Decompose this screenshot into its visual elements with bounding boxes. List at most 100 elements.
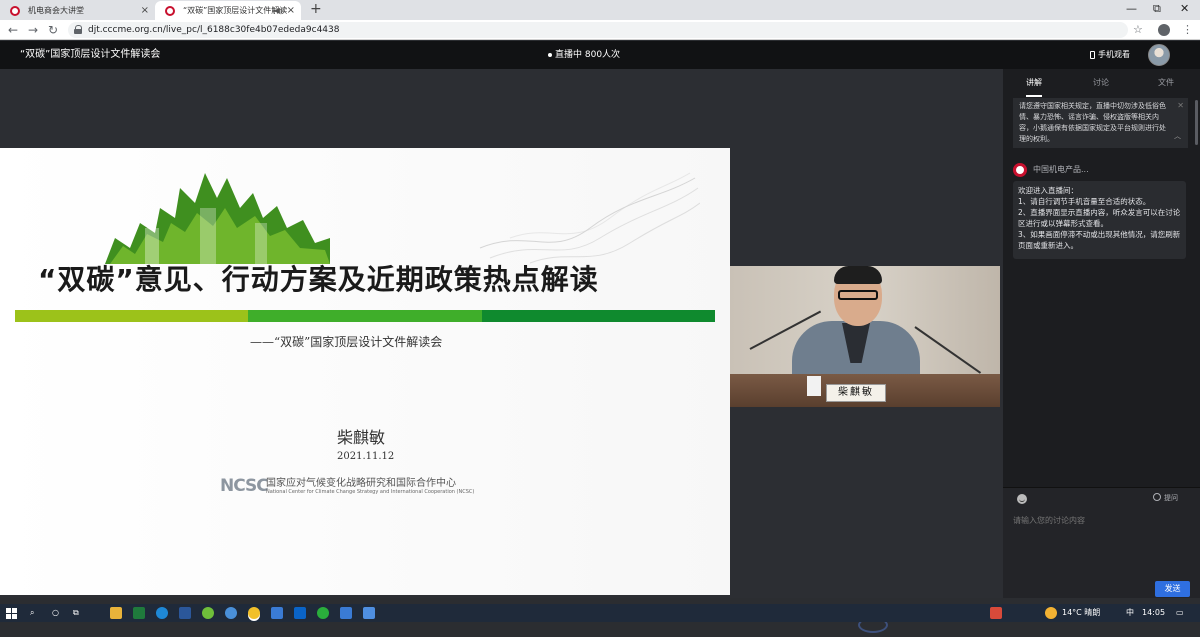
ime-indicator[interactable]: 中: [1126, 604, 1134, 622]
weather-sun-icon[interactable]: [1045, 607, 1057, 619]
back-arrow-icon[interactable]: ←: [8, 21, 18, 39]
radio-icon[interactable]: [1153, 493, 1161, 501]
message-line: 2、直播界面显示直播内容，听众发言可以在讨论区进行或以弹幕形式查看。: [1018, 208, 1181, 228]
restore-button[interactable]: ⧉: [1153, 0, 1161, 18]
close-notice-icon[interactable]: ✕: [1177, 100, 1184, 111]
slide-date: 2021.11.12: [337, 451, 395, 462]
green-city-leaves-graphic: [105, 173, 330, 264]
page-title: “双碳”国家顶层设计文件解读会: [20, 49, 161, 60]
browser-tab-active[interactable]: “双碳”国家顶层设计文件解读 ◀) ×: [155, 1, 301, 20]
word-icon[interactable]: [179, 607, 191, 619]
video-stage[interactable]: “双碳”意见、行动方案及近期政策热点解读 ——“双碳”国家顶层设计文件解读会 柴…: [0, 69, 1003, 633]
message-line: 欢迎进入直播间：: [1018, 186, 1078, 195]
slide-subtitle: ——“双碳”国家顶层设计文件解读会: [250, 335, 443, 349]
url-field[interactable]: djt.cccme.org.cn/live_pc/l_6188c30fe4b07…: [68, 22, 1128, 38]
speaker-glasses: [838, 290, 878, 300]
notice-text: 请您遵守国家相关规定，直播中切勿涉及低俗色情、暴力恐怖、谣言诈骗、侵权盗版等相关…: [1019, 102, 1166, 143]
tray-app-icon[interactable]: [990, 607, 1002, 619]
lock-icon: [74, 25, 82, 34]
windows-taskbar: ⌕ ○ ⧉ 14°C 晴朗 中 14:05 ▭: [0, 604, 1200, 622]
excel-icon[interactable]: [133, 607, 145, 619]
welcome-message: 欢迎进入直播间： 1、请自行调节手机音量至合适的状态。 2、直播界面显示直播内容…: [1013, 181, 1186, 259]
slide-color-bars: [15, 310, 715, 322]
panel-tabs: 讲解 讨论 文件: [1003, 69, 1200, 97]
page-header: “双碳”国家顶层设计文件解读会 直播中 800人次 手机观看: [0, 41, 1200, 69]
tab-explain[interactable]: 讲解: [1026, 69, 1042, 97]
browser-tab-bar: 机电商会大讲堂 × “双碳”国家顶层设计文件解读 ◀) × + — ⧉ ✕: [0, 0, 1200, 20]
slide-org-name: 国家应对气候变化战略研究和国际合作中心: [266, 478, 456, 489]
app-icon[interactable]: [363, 607, 375, 619]
phone-icon: [1090, 50, 1095, 59]
slide-bar-1: [15, 310, 249, 322]
cortana-icon[interactable]: ○: [52, 604, 59, 622]
site-favicon-icon: [10, 6, 20, 16]
task-view-icon[interactable]: ⧉: [73, 604, 79, 622]
live-status-text: 直播中 800人次: [555, 50, 621, 60]
send-button[interactable]: 发送: [1155, 581, 1190, 597]
time-text[interactable]: 14:05: [1142, 604, 1165, 622]
slide-org-name-en: National Center for Climate Change Strat…: [266, 489, 475, 495]
address-bar-row: ← → ↻ djt.cccme.org.cn/live_pc/l_6188c30…: [0, 20, 1200, 40]
tab-title: “双碳”国家顶层设计文件解读: [183, 6, 288, 15]
side-panel: 讲解 讨论 文件 请您遵守国家相关规定，直播中切勿涉及低俗色情、暴力恐怖、谣言诈…: [1003, 69, 1200, 598]
new-tab-button[interactable]: +: [310, 0, 322, 19]
file-explorer-icon[interactable]: [110, 607, 122, 619]
smoke-graphic: [479, 172, 700, 264]
ncsc-logo: NCSC: [220, 476, 269, 496]
close-window-button[interactable]: ✕: [1180, 0, 1189, 18]
chevron-up-icon[interactable]: ︿: [1174, 131, 1181, 141]
app-icon[interactable]: [340, 607, 352, 619]
speaker-camera-feed: 柴麒敏: [730, 266, 1000, 407]
outlook-icon[interactable]: [294, 607, 306, 619]
speaker-hair: [834, 266, 882, 284]
ask-question-toggle[interactable]: 提问: [1153, 492, 1178, 504]
presentation-slide: “双碳”意见、行动方案及近期政策热点解读 ——“双碳”国家顶层设计文件解读会 柴…: [0, 148, 730, 595]
profile-icon[interactable]: [1158, 24, 1170, 36]
search-icon[interactable]: ⌕: [30, 604, 34, 622]
app-icon[interactable]: [271, 607, 283, 619]
panel-scrollbar[interactable]: [1195, 100, 1198, 145]
sender-name: 中国机电产品...: [1033, 165, 1089, 174]
audio-playing-icon[interactable]: ◀): [274, 1, 283, 20]
notice-box: 请您遵守国家相关规定，直播中切勿涉及低俗色情、暴力恐怖、谣言诈骗、侵权盗版等相关…: [1013, 98, 1188, 148]
close-tab-icon[interactable]: ×: [287, 1, 295, 20]
user-avatar[interactable]: [1148, 44, 1170, 66]
close-tab-icon[interactable]: ×: [141, 1, 149, 20]
slide-bar-3: [481, 310, 715, 322]
weather-text[interactable]: 14°C 晴朗: [1062, 604, 1100, 622]
site-favicon-icon: [165, 6, 175, 16]
ask-label: 提问: [1164, 494, 1178, 502]
message-line: 1、请自行调节手机音量至合适的状态。: [1018, 197, 1151, 206]
mobile-watch-button[interactable]: 手机观看: [1090, 41, 1130, 69]
live-dot-icon: [548, 52, 552, 57]
tab-discussion[interactable]: 讨论: [1093, 69, 1109, 97]
sender-avatar: [1013, 163, 1027, 177]
minimize-button[interactable]: —: [1126, 0, 1137, 18]
wechat-icon[interactable]: [317, 607, 329, 619]
url-text[interactable]: djt.cccme.org.cn/live_pc/l_6188c30fe4b07…: [88, 22, 339, 38]
browser-app-icon[interactable]: [225, 607, 237, 619]
windows-start-icon[interactable]: [6, 608, 17, 619]
discussion-input[interactable]: [1013, 516, 1188, 525]
tab-files[interactable]: 文件: [1158, 69, 1174, 97]
menu-kebab-icon[interactable]: ⋮: [1182, 21, 1193, 39]
app-icon[interactable]: [202, 607, 214, 619]
forward-arrow-icon[interactable]: →: [28, 21, 38, 39]
slide-speaker: 柴麒敏: [337, 428, 386, 447]
chrome-icon[interactable]: [248, 607, 260, 619]
edge-icon[interactable]: [156, 607, 168, 619]
notification-icon[interactable]: ▭: [1176, 604, 1184, 622]
live-status: 直播中 800人次: [548, 41, 620, 69]
slide-bar-2: [248, 310, 482, 322]
tab-title: 机电商会大讲堂: [28, 6, 84, 15]
mobile-watch-label: 手机观看: [1098, 50, 1130, 59]
message-line: 3、如果画面停滞不动或出现其他情况，请您刷新页面或重新进入。: [1018, 230, 1181, 250]
reload-icon[interactable]: ↻: [48, 21, 58, 39]
browser-tab[interactable]: 机电商会大讲堂 ×: [0, 1, 155, 20]
bookmark-star-icon[interactable]: ☆: [1133, 21, 1143, 39]
emoji-icon[interactable]: [1017, 494, 1027, 504]
slide-title: “双碳”意见、行动方案及近期政策热点解读: [38, 263, 599, 296]
comment-composer: 提问 发送: [1003, 487, 1200, 598]
speaker-nameplate: 柴麒敏: [826, 384, 886, 402]
paper-cup: [807, 376, 821, 396]
